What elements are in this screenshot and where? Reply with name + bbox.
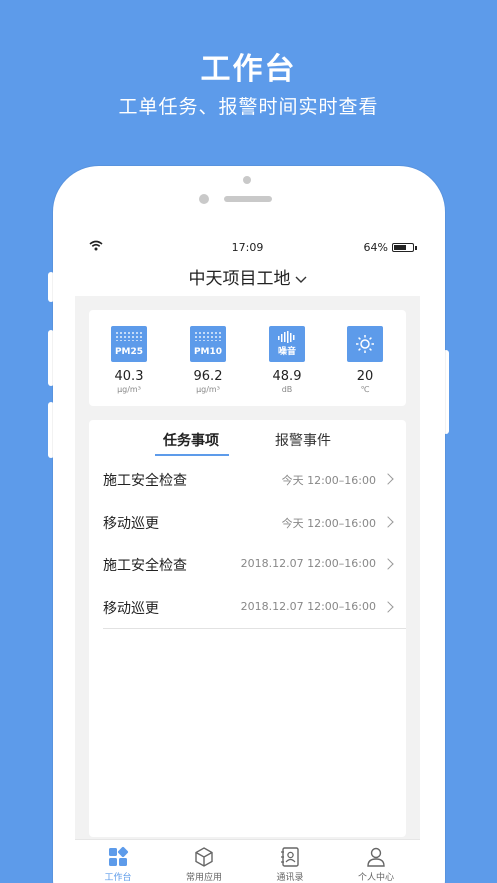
sensor-value: 48.9 [272,369,302,384]
sensor-unit: μg/m³ [196,385,220,394]
battery-nub [415,246,417,250]
list-divider [103,628,406,629]
phone-speaker [224,196,272,202]
chevron-right-icon [382,516,394,528]
chevron-right-icon [382,601,394,613]
noise-icon: 噪音 [269,326,305,362]
sensor-value: 40.3 [114,369,144,384]
task-time: 2018.12.07 12:00–16:00 [240,600,376,613]
sensor-unit: dB [281,385,293,394]
task-title: 施工安全检查 [103,558,187,574]
cube-icon [193,846,215,868]
battery-percent: 64% [363,241,388,254]
project-selector[interactable]: 中天项目工地 [75,264,420,294]
task-row[interactable]: 施工安全检查 今天 12:00–16:00 [103,458,406,500]
sensor-unit: ℃ [360,385,370,394]
app-screen: 17:09 64% 中天项目工地 PM25 40.3 μg/m³ PM10 96… [75,232,420,883]
tabbar-label: 个人中心 [357,873,394,883]
task-row[interactable]: 移动巡更 今天 12:00–16:00 [103,501,406,543]
chevron-right-icon [382,558,394,570]
tabbar-workbench[interactable]: 工作台 [83,846,153,883]
promo-title: 工作台 [200,52,297,87]
promo-subtitle: 工单任务、报警时间实时查看 [118,96,379,118]
chevron-down-icon [295,272,307,288]
phone-camera [243,176,251,184]
tabbar-label: 常用应用 [185,873,222,883]
person-icon [365,846,387,868]
sensor-value: 96.2 [193,369,223,384]
task-time: 2018.12.07 12:00–16:00 [240,557,376,570]
contacts-icon [279,846,301,868]
sensor-unit: μg/m³ [117,385,141,394]
tab-active-indicator [155,454,229,456]
task-row[interactable]: 移动巡更 2018.12.07 12:00–16:00 [103,586,406,628]
status-bar: 17:09 64% [75,232,420,262]
tabbar-label: 工作台 [104,873,132,883]
phone-sensor [199,194,209,204]
tabbar-label: 通讯录 [276,873,304,883]
chevron-right-icon [382,473,394,485]
pm10-icon: PM10 [190,326,226,362]
tab-alarms[interactable]: 报警事件 [275,430,331,450]
tabbar-apps[interactable]: 常用应用 [169,846,239,883]
sensor-card: PM25 40.3 μg/m³ PM10 96.2 μg/m³ 噪音 48.9 … [89,310,406,406]
task-time: 今天 12:00–16:00 [281,517,376,530]
task-title: 移动巡更 [103,516,159,532]
sun-icon [347,326,383,362]
sensor-pm25[interactable]: PM25 40.3 μg/m³ [99,326,159,394]
task-time: 今天 12:00–16:00 [281,474,376,487]
grid-icon [107,846,129,868]
sensor-value: 20 [356,369,374,384]
task-title: 移动巡更 [103,601,159,617]
tasks-card: 任务事项 报警事件 施工安全检查 今天 12:00–16:00 移动巡更 今天 … [89,420,406,837]
task-title: 施工安全检查 [103,473,187,489]
sensor-noise[interactable]: 噪音 48.9 dB [257,326,317,394]
task-row[interactable]: 施工安全检查 2018.12.07 12:00–16:00 [103,543,406,585]
tabbar-contacts[interactable]: 通讯录 [255,846,325,883]
sensor-temperature[interactable]: 20 ℃ [335,326,395,394]
bottom-tab-bar: 工作台 常用应用 通讯录 个人中心 [75,839,420,883]
sensor-pm10[interactable]: PM10 96.2 μg/m³ [178,326,238,394]
project-name: 中天项目工地 [188,269,291,289]
tab-tasks[interactable]: 任务事项 [163,430,219,450]
tabbar-profile[interactable]: 个人中心 [341,846,411,883]
battery-icon [392,243,414,252]
pm25-icon: PM25 [111,326,147,362]
